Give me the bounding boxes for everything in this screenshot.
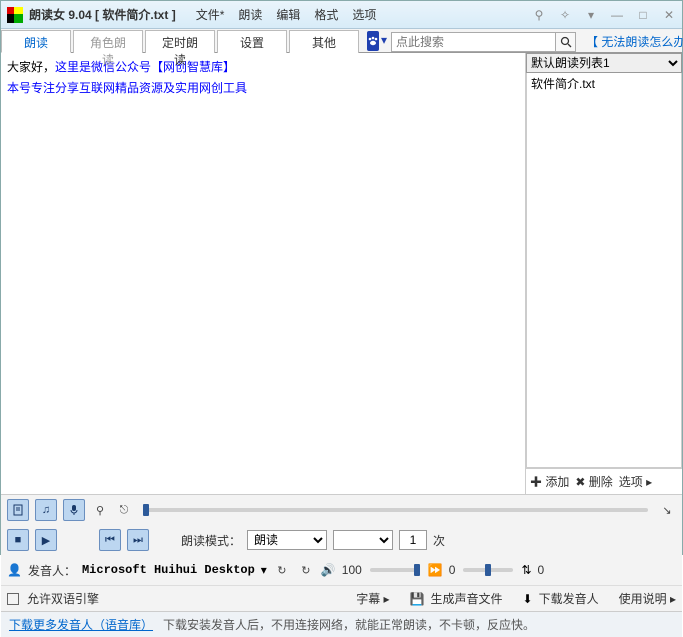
dropdown-icon[interactable]: ▾ — [381, 29, 389, 52]
help-link[interactable]: 【 无法朗读怎么办 】 — [578, 29, 683, 52]
pin-small-icon[interactable]: ⚲ — [91, 499, 109, 521]
next-button[interactable]: ⏭ — [127, 529, 149, 551]
person-icon: 👤 — [7, 563, 22, 577]
subtitle-link[interactable]: 字幕 ▸ — [356, 590, 389, 607]
content-text: 这里是微信公众号【网创智慧库】 — [55, 60, 235, 74]
music-icon[interactable]: ♫ — [35, 499, 57, 521]
sidebar: 默认朗读列表1 软件简介.txt ✚ 添加 ✖ 删除 选项 ▸ — [526, 53, 682, 494]
stop-button[interactable]: ■ — [7, 529, 29, 551]
collapse-icon[interactable]: ↘ — [658, 499, 676, 521]
menu-read[interactable]: 朗读 — [238, 6, 262, 23]
volume-value: 100 — [342, 563, 362, 577]
side-options[interactable]: 选项 ▸ — [619, 473, 652, 490]
delete-button[interactable]: ✖ 删除 — [575, 473, 612, 490]
speaker-label: 发音人： — [28, 562, 76, 579]
tab-settings[interactable]: 设置 — [217, 30, 287, 53]
repeat-count[interactable] — [399, 530, 427, 550]
mode-select-2[interactable] — [333, 530, 393, 550]
prev-button[interactable]: ⏮ — [99, 529, 121, 551]
menu-edit[interactable]: 编辑 — [276, 6, 300, 23]
content-text: 大家好， — [7, 60, 55, 74]
mode-select[interactable]: 朗读 — [247, 530, 327, 550]
speed-value: 0 — [449, 563, 456, 577]
bilingual-checkbox[interactable] — [7, 593, 19, 605]
search-button[interactable] — [556, 32, 576, 52]
tab-read[interactable]: 朗读 — [1, 30, 71, 53]
bilingual-label: 允许双语引擎 — [27, 590, 99, 607]
doc-icon[interactable] — [7, 499, 29, 521]
menu-bar: 文件* 朗读 编辑 格式 选项 — [196, 6, 377, 23]
progress-slider[interactable] — [143, 508, 648, 512]
window-title: 朗读女 9.04 [ 软件简介.txt ] — [29, 6, 176, 23]
minimize-icon[interactable]: — — [610, 8, 624, 22]
pin-icon[interactable]: ⚲ — [532, 8, 546, 22]
pitch-icon[interactable]: ⇅ — [521, 563, 531, 577]
app-icon — [7, 7, 23, 23]
file-list[interactable]: 软件简介.txt — [526, 73, 682, 468]
text-content[interactable]: 大家好，这里是微信公众号【网创智慧库】 本号专注分享互联网精品资源及实用网创工具 — [1, 53, 526, 494]
search-input[interactable] — [391, 32, 556, 52]
download-icon: ⬇ — [523, 592, 533, 606]
more-speakers-link[interactable]: 下载更多发音人（语音库） — [9, 616, 153, 633]
speaker-name: Microsoft Huihui Desktop — [82, 563, 255, 577]
mode-label: 朗读模式： — [181, 532, 241, 549]
refresh-icon[interactable]: ↻ — [273, 559, 291, 581]
speed-slider[interactable] — [463, 568, 513, 572]
tab-role-read[interactable]: 角色朗读 — [73, 30, 143, 53]
menu-options[interactable]: 选项 — [352, 6, 376, 23]
pitch-value: 0 — [538, 563, 545, 577]
mic-icon[interactable] — [63, 499, 85, 521]
save-audio-icon: 💾 — [410, 592, 425, 606]
play-button[interactable]: ▶ — [35, 529, 57, 551]
tool-icon[interactable]: ✧ — [558, 8, 572, 22]
status-bar: 下载更多发音人（语音库） 下载安装发音人后，不用连接网络，就能正常朗读，不卡顿，… — [1, 611, 682, 637]
volume-slider[interactable] — [370, 568, 420, 572]
close-icon[interactable]: ✕ — [662, 8, 676, 22]
speaker-dropdown-icon[interactable]: ▾ — [261, 563, 267, 577]
gen-audio-link[interactable]: 生成声音文件 — [431, 590, 503, 607]
speed-icon[interactable]: ⏩ — [428, 563, 443, 577]
menu-file[interactable]: 文件* — [196, 6, 225, 23]
window-controls: ⚲ ✧ ▾ — □ ✕ — [532, 8, 676, 22]
manual-link[interactable]: 使用说明 ▸ — [619, 590, 676, 607]
maximize-icon[interactable]: □ — [636, 8, 650, 22]
add-button[interactable]: ✚ 添加 — [530, 473, 569, 490]
paw-icon[interactable] — [367, 31, 379, 51]
title-bar: 朗读女 9.04 [ 软件简介.txt ] 文件* 朗读 编辑 格式 选项 ⚲ … — [1, 1, 682, 29]
link-icon[interactable]: ⎋ — [115, 499, 133, 521]
volume-icon[interactable]: 🔊 — [321, 563, 336, 577]
down-icon[interactable]: ▾ — [584, 8, 598, 22]
file-item[interactable]: 软件简介.txt — [531, 75, 677, 92]
tab-other[interactable]: 其他 — [289, 30, 359, 53]
download-speaker-link[interactable]: 下载发音人 — [539, 590, 599, 607]
tab-bar: 朗读 角色朗读 定时朗读 设置 其他 ▾ 【 无法朗读怎么办 】 — [1, 29, 682, 53]
controls-panel: ♫ ⚲ ⎋ ↘ ■ ▶ ⏮ ⏭ 朗读模式： 朗读 次 👤 发音人： Micros… — [1, 494, 682, 611]
repeat-unit: 次 — [433, 532, 445, 549]
tab-timed-read[interactable]: 定时朗读 — [145, 30, 215, 53]
menu-format[interactable]: 格式 — [314, 6, 338, 23]
playlist-select[interactable]: 默认朗读列表1 — [526, 53, 682, 73]
refresh2-icon[interactable]: ↻ — [297, 559, 315, 581]
content-text: 本号专注分享互联网精品资源及实用网创工具 — [7, 81, 247, 95]
footer-note: 下载安装发音人后，不用连接网络，就能正常朗读，不卡顿，反应快。 — [163, 616, 535, 633]
